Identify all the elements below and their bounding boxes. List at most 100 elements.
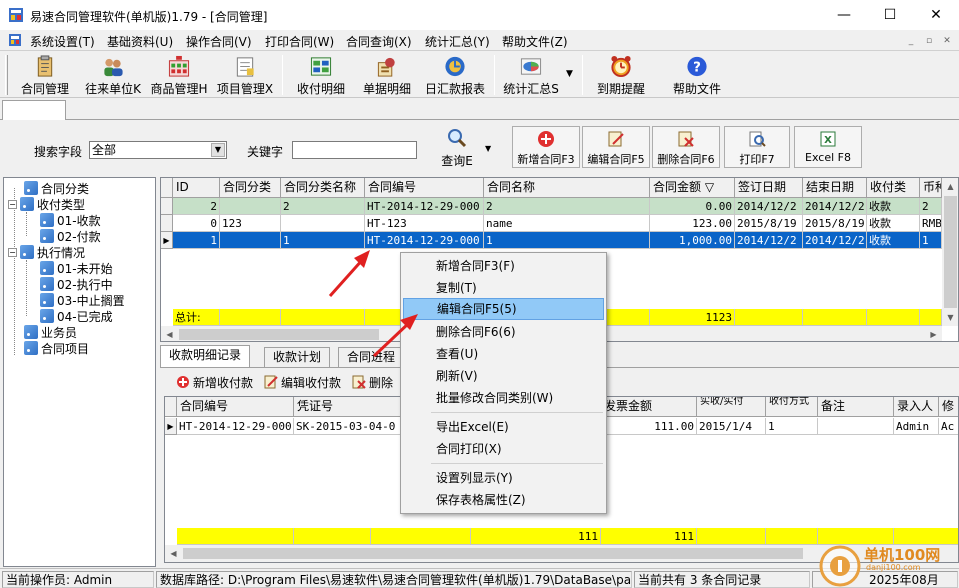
category-tree[interactable]: 合同分类 − 收付类型 01-收款 02-付款 − 执行情况 01-未开始 02…	[3, 177, 156, 567]
column-header-category-name[interactable]: 合同分类名称	[281, 178, 365, 198]
scroll-thumb[interactable]	[183, 548, 803, 559]
cell-category-name[interactable]: 1	[281, 232, 365, 249]
column-header-method[interactable]: 收付方式	[766, 397, 818, 417]
cell-category[interactable]	[220, 198, 281, 215]
minimize-button[interactable]: —	[821, 0, 867, 30]
tree-node-contract-category[interactable]: 合同分类	[24, 180, 89, 196]
mdi-minimize-button[interactable]: _	[904, 34, 918, 47]
cell-entered-by[interactable]: Admin	[894, 418, 939, 435]
toolbar-projects-button[interactable]: 项目管理X	[214, 53, 276, 97]
column-header-contract-no[interactable]: 合同编号	[177, 397, 294, 417]
app-icon[interactable]	[8, 7, 24, 23]
cell-actual-date[interactable]: 2015/1/4	[697, 418, 766, 435]
column-header-invoice-amount[interactable]: 发票金额	[601, 397, 697, 417]
query-dropdown-arrow[interactable]: ▼	[485, 144, 491, 153]
cell-amount[interactable]: 0.00	[650, 198, 735, 215]
column-header-note[interactable]: 备注	[818, 397, 894, 417]
scroll-down-icon[interactable]: ▼	[942, 309, 958, 326]
tab-payment-plan[interactable]: 收款计划	[264, 347, 331, 367]
cell-category[interactable]: 123	[220, 215, 281, 232]
cell-contract-no[interactable]: HT-2014-12-29-000	[365, 198, 484, 215]
cell-contract-name[interactable]: 2	[484, 198, 650, 215]
menu-operate-contract[interactable]: 操作合同(V)	[186, 33, 252, 50]
cell-id[interactable]: 2	[173, 198, 220, 215]
column-header-end-date[interactable]: 结束日期	[803, 178, 867, 198]
context-item-export-excel[interactable]: 导出Excel(E)	[403, 416, 604, 438]
tree-node-completed[interactable]: 04-已完成	[40, 308, 113, 324]
column-header-category[interactable]: 合同分类	[220, 178, 281, 198]
cell-contract-name[interactable]: 1	[484, 232, 650, 249]
cell-sign-date[interactable]: 2014/12/2	[735, 198, 803, 215]
context-item-print-contract[interactable]: 合同打印(X)	[403, 438, 604, 460]
cell-contract-name[interactable]: name	[484, 215, 650, 232]
tree-node-execution-status[interactable]: − 执行情况	[8, 244, 85, 260]
scroll-thumb[interactable]	[944, 196, 957, 308]
row-indicator[interactable]	[161, 198, 173, 215]
tree-node-suspended[interactable]: 03-中止搁置	[40, 292, 125, 308]
cell-invoice-amount[interactable]: 111.00	[601, 418, 697, 435]
cell-payment-type[interactable]: 收款	[867, 215, 920, 232]
menu-help[interactable]: 帮助文件(Z)	[502, 33, 568, 50]
cell-category-name[interactable]: 2	[281, 198, 365, 215]
toolbar-grip[interactable]	[5, 55, 8, 95]
tree-node-payment-type[interactable]: − 收付类型	[8, 196, 85, 212]
toolbar-due-reminder-button[interactable]: 到期提醒	[590, 53, 652, 97]
edit-payment-button[interactable]: 编辑收付款	[264, 372, 341, 392]
cell-payment-type[interactable]: 收款	[867, 232, 920, 249]
contracts-vertical-scrollbar[interactable]: ▲ ▼	[942, 178, 958, 326]
chevron-down-icon[interactable]: ▼	[211, 143, 225, 157]
toolbar-daily-report-button[interactable]: 日汇款报表	[422, 53, 488, 97]
cell-end-date[interactable]: 2015/8/19	[803, 215, 867, 232]
column-header-entered-by[interactable]: 录入人	[894, 397, 939, 417]
column-header-amount[interactable]: 合同金额 ▽	[650, 178, 735, 198]
cell-currency[interactable]: 2	[920, 198, 942, 215]
context-item-edit-contract[interactable]: 编辑合同F5(5)	[403, 298, 604, 320]
column-header-contract-name[interactable]: 合同名称	[484, 178, 650, 198]
tree-node-contract-project[interactable]: 合同项目	[24, 340, 89, 356]
toolbar-statistics-button[interactable]: 统计汇总S	[500, 53, 562, 97]
menu-print-contract[interactable]: 打印合同(W)	[265, 33, 334, 50]
mdi-close-button[interactable]: ✕	[940, 34, 954, 47]
add-payment-button[interactable]: 新增收付款	[176, 372, 253, 392]
scroll-right-icon[interactable]: ▶	[925, 326, 942, 341]
toolbar-contract-management-button[interactable]: 合同管理	[14, 53, 76, 97]
cell-payment-type[interactable]: 收款	[867, 198, 920, 215]
tree-node-not-started[interactable]: 01-未开始	[40, 260, 113, 276]
context-item-add-contract[interactable]: 新增合同F3(F)	[403, 255, 604, 277]
menu-basic-data[interactable]: 基础资料(U)	[107, 33, 173, 50]
context-item-refresh[interactable]: 刷新(V)	[403, 365, 604, 387]
tree-node-salesperson[interactable]: 业务员	[24, 324, 77, 340]
cell-amount[interactable]: 123.00	[650, 215, 735, 232]
keyword-input[interactable]	[292, 141, 417, 159]
context-item-column-settings[interactable]: 设置列显示(Y)	[403, 467, 604, 489]
context-item-batch-modify-category[interactable]: 批量修改合同类别(W)	[403, 387, 604, 409]
column-header-contract-no[interactable]: 合同编号	[365, 178, 484, 198]
toolbar-partners-button[interactable]: 往来单位K	[82, 53, 144, 97]
cell-modified[interactable]: Ac	[939, 418, 958, 435]
document-tab[interactable]	[2, 100, 66, 120]
context-item-delete-contract[interactable]: 删除合同F6(6)	[403, 321, 604, 343]
toolbar-document-details-button[interactable]: 单据明细	[356, 53, 418, 97]
maximize-button[interactable]: ☐	[867, 0, 913, 30]
scroll-left-icon[interactable]: ◀	[165, 545, 182, 562]
cell-method[interactable]: 1	[766, 418, 818, 435]
cell-contract-no[interactable]: HT-2014-12-29-000	[177, 418, 294, 435]
context-item-copy[interactable]: 复制(T)	[403, 277, 604, 299]
cell-contract-no[interactable]: HT-2014-12-29-000	[365, 232, 484, 249]
print-button[interactable]: 打印F7	[724, 126, 790, 168]
cell-amount[interactable]: 1,000.00	[650, 232, 735, 249]
cell-category-name[interactable]	[281, 215, 365, 232]
toolbar-payment-details-button[interactable]: 收付明细	[290, 53, 352, 97]
mdi-app-icon[interactable]	[8, 33, 22, 47]
menu-system-settings[interactable]: 系统设置(T)	[30, 33, 95, 50]
scroll-thumb[interactable]	[179, 329, 379, 340]
cell-end-date[interactable]: 2014/12/2	[803, 232, 867, 249]
context-item-view[interactable]: 查看(U)	[403, 343, 604, 365]
tree-node-in-progress[interactable]: 02-执行中	[40, 276, 113, 292]
column-header-sign-date[interactable]: 签订日期	[735, 178, 803, 198]
cell-category[interactable]	[220, 232, 281, 249]
column-header-payment-type[interactable]: 收付类	[867, 178, 920, 198]
cell-id[interactable]: 0	[173, 215, 220, 232]
cell-sign-date[interactable]: 2014/12/2	[735, 232, 803, 249]
menu-contract-query[interactable]: 合同查询(X)	[346, 33, 412, 50]
